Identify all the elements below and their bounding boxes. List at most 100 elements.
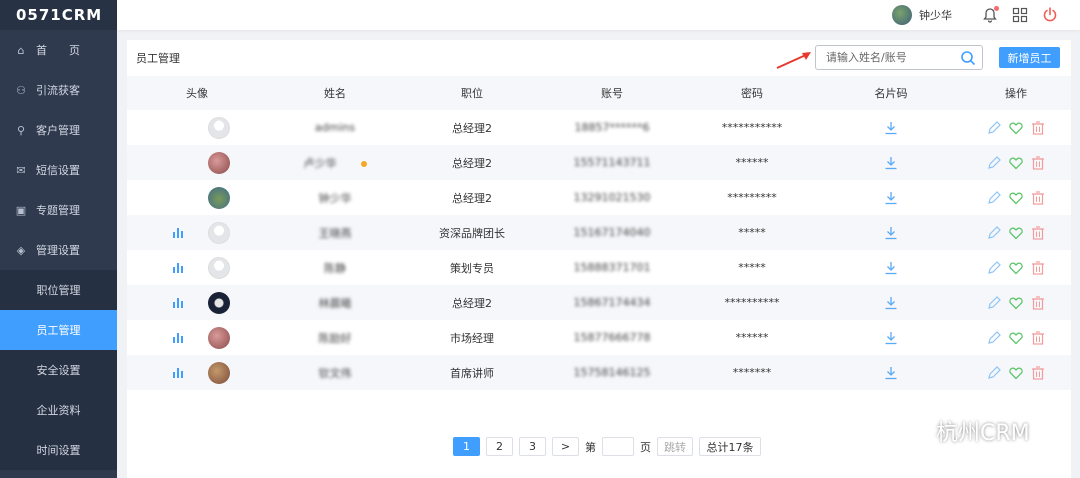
search-icon[interactable] (960, 50, 976, 66)
download-icon[interactable] (884, 261, 898, 275)
pagination: 1 2 3 > 第 页 跳转 总计17条 (453, 437, 767, 456)
account-cell: 15888371701 (541, 250, 683, 285)
table-row: 钟少华 总经理2 13291021530 ********* (127, 180, 1071, 215)
heart-icon[interactable] (1008, 260, 1024, 276)
submenu-item-staff[interactable]: 员工管理 (0, 310, 117, 350)
edit-icon[interactable] (986, 330, 1002, 346)
stats-bars-icon[interactable] (172, 332, 185, 343)
staff-name: 卢少华 (303, 156, 337, 170)
notification-dot (994, 6, 999, 11)
sidebar-item-traffic[interactable]: ⚇ 引流获客 (0, 70, 117, 110)
page-number-input[interactable] (602, 437, 634, 456)
card-code-cell (821, 285, 961, 320)
name-cell: 陈静 (267, 250, 403, 285)
download-icon[interactable] (884, 191, 898, 205)
heart-icon[interactable] (1008, 365, 1024, 381)
sidebar-item-label: 首 页 (36, 44, 80, 57)
download-icon[interactable] (884, 331, 898, 345)
heart-icon[interactable] (1008, 330, 1024, 346)
name-cell: 陈励好 (267, 320, 403, 355)
delete-icon[interactable] (1030, 190, 1046, 206)
column-header-card-code: 名片码 (821, 76, 961, 110)
page-title: 员工管理 (136, 52, 180, 65)
position-cell: 资深品牌团长 (403, 215, 541, 250)
edit-icon[interactable] (986, 260, 1002, 276)
page-button-1[interactable]: 1 (453, 437, 480, 456)
download-icon[interactable] (884, 366, 898, 380)
username[interactable]: 钟少华 (919, 7, 952, 23)
download-icon[interactable] (884, 156, 898, 170)
password-cell: ********** (683, 285, 821, 320)
heart-icon[interactable] (1008, 295, 1024, 311)
delete-icon[interactable] (1030, 260, 1046, 276)
bell-icon[interactable] (982, 6, 999, 23)
sidebar-item-home[interactable]: ⌂ 首 页 (0, 30, 117, 70)
download-icon[interactable] (884, 226, 898, 240)
avatar (208, 361, 230, 384)
sidebar-item-customers[interactable]: ⚲ 客户管理 (0, 110, 117, 150)
sidebar-item-topics[interactable]: ▣ 专题管理 (0, 190, 117, 230)
search-input[interactable] (826, 51, 956, 64)
table-header: 头像 姓名 职位 账号 密码 名片码 操作 (127, 76, 1071, 110)
staff-account: 18857******6 (574, 121, 650, 134)
sidebar-item-sms[interactable]: ✉ 短信设置 (0, 150, 117, 190)
user-icon: ⚲ (16, 123, 26, 137)
mail-icon: ✉ (16, 163, 26, 177)
sidebar: 0571CRM ⌂ 首 页 ⚇ 引流获客 ⚲ 客户管理 ✉ 短信设置 ▣ 专题管… (0, 0, 117, 478)
stats-bars-icon[interactable] (172, 227, 185, 238)
edit-icon[interactable] (986, 190, 1002, 206)
edit-icon[interactable] (986, 225, 1002, 241)
password-cell: ***** (738, 261, 766, 274)
stats-bars-icon[interactable] (172, 367, 185, 378)
submenu-item-positions[interactable]: 职位管理 (0, 270, 117, 310)
staff-name: 王晓燕 (318, 226, 352, 240)
page-button-2[interactable]: 2 (486, 437, 513, 456)
stats-bars-icon[interactable] (172, 262, 185, 273)
add-staff-button[interactable]: 新增员工 (999, 47, 1060, 68)
delete-icon[interactable] (1030, 330, 1046, 346)
staff-account: 15167174040 (573, 226, 651, 239)
staff-account: 13291021530 (573, 191, 651, 204)
status-dot (360, 160, 367, 167)
goto-label: 第 (585, 440, 596, 454)
edit-icon[interactable] (986, 155, 1002, 171)
avatar-cell (127, 145, 267, 180)
delete-icon[interactable] (1030, 155, 1046, 171)
heart-icon[interactable] (1008, 120, 1024, 136)
grid-icon[interactable] (1012, 7, 1028, 23)
user-avatar[interactable] (892, 5, 912, 25)
heart-icon[interactable] (1008, 225, 1024, 241)
table-row: 卢少华 总经理2 15571143711 ****** (127, 145, 1071, 180)
sidebar-item-label: 引流获客 (36, 84, 80, 97)
edit-icon[interactable] (986, 365, 1002, 381)
heart-icon[interactable] (1008, 155, 1024, 171)
delete-icon[interactable] (1030, 225, 1046, 241)
staff-account: 15758146125 (573, 366, 651, 379)
submenu-item-security[interactable]: 安全设置 (0, 350, 117, 390)
account-cell: 13291021530 (541, 180, 683, 215)
table-row: admins 总经理2 18857******6 *********** (127, 110, 1071, 145)
download-icon[interactable] (884, 296, 898, 310)
delete-icon[interactable] (1030, 365, 1046, 381)
topic-icon: ▣ (15, 203, 27, 217)
card-code-cell (821, 355, 961, 390)
edit-icon[interactable] (986, 120, 1002, 136)
name-cell: 钦文伟 (267, 355, 403, 390)
power-icon[interactable] (1042, 7, 1058, 23)
page-button-3[interactable]: 3 (519, 437, 546, 456)
card-code-cell (821, 250, 961, 285)
next-page-button[interactable]: > (552, 437, 579, 456)
delete-icon[interactable] (1030, 120, 1046, 136)
total-count: 总计17条 (699, 437, 761, 456)
column-header-position: 职位 (403, 76, 541, 110)
submenu-item-time[interactable]: 时间设置 (0, 430, 117, 470)
heart-icon[interactable] (1008, 190, 1024, 206)
stats-bars-icon[interactable] (172, 297, 185, 308)
download-icon[interactable] (884, 121, 898, 135)
sidebar-item-admin[interactable]: ◈ 管理设置 (0, 230, 117, 270)
edit-icon[interactable] (986, 295, 1002, 311)
jump-button[interactable]: 跳转 (657, 437, 693, 456)
submenu-item-company[interactable]: 企业资料 (0, 390, 117, 430)
password-cell: ****** (735, 331, 769, 344)
delete-icon[interactable] (1030, 295, 1046, 311)
